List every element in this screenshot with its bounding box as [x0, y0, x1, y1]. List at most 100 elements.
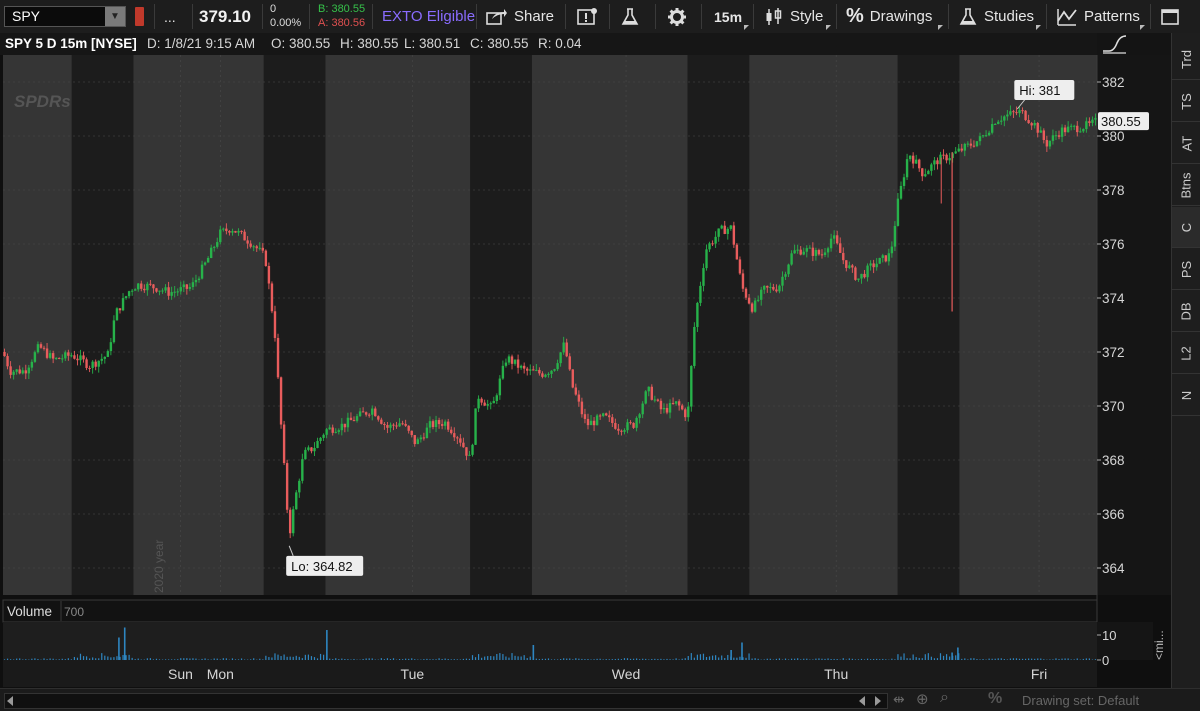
share-icon: [486, 8, 507, 25]
candle-body: [829, 238, 833, 249]
candle-body: [699, 285, 702, 303]
candle-body: [547, 373, 550, 375]
candle-body: [468, 454, 471, 456]
sidebar-tab-trd[interactable]: Trd: [1172, 39, 1200, 80]
candle-body: [58, 357, 61, 359]
candle-body: [419, 437, 423, 440]
candle-body: [957, 148, 960, 152]
candle-body: [641, 403, 644, 415]
candle-body: [1027, 120, 1030, 124]
candle-body: [191, 282, 195, 288]
drawings-button[interactable]: % Drawings: [846, 0, 932, 33]
candle-body: [535, 369, 538, 371]
sidebar-tab-n[interactable]: N: [1172, 375, 1200, 416]
candle-body: [203, 262, 207, 265]
candle-body: [1063, 127, 1067, 133]
candle-body: [778, 285, 781, 292]
candle-body: [106, 351, 110, 357]
candle-body: [1045, 140, 1049, 147]
candle-body: [161, 290, 164, 292]
sidebar-tab-ts[interactable]: TS: [1172, 81, 1200, 122]
candle-body: [477, 398, 480, 409]
horizontal-scrollbar[interactable]: [4, 693, 888, 709]
style-button[interactable]: Style: [764, 0, 823, 33]
studies-button[interactable]: Studies: [958, 0, 1034, 33]
sidebar-tab-btns[interactable]: Btns: [1172, 165, 1200, 206]
candle-body: [729, 225, 733, 229]
candle-body: [899, 185, 903, 199]
flask-button[interactable]: [620, 0, 640, 33]
price-tick-label: 380: [1102, 129, 1125, 144]
candle-body: [583, 414, 587, 419]
candle-body: [137, 283, 140, 290]
percent-toggle-icon[interactable]: %: [988, 690, 1002, 708]
candle-body: [553, 369, 556, 371]
candle-body: [684, 409, 687, 418]
candle-body: [717, 228, 720, 237]
candle-body: [820, 254, 824, 256]
candle-body: [462, 442, 465, 448]
zoom-icon[interactable]: ⌕: [940, 689, 949, 707]
candle-body: [623, 430, 626, 432]
divider: [753, 4, 754, 29]
share-button[interactable]: Share: [486, 0, 554, 33]
candle-body: [255, 246, 258, 249]
scroll-back-icon[interactable]: [859, 696, 865, 706]
candle-body: [465, 447, 468, 456]
candle-body: [1088, 121, 1091, 123]
patterns-corner-icon: [1140, 25, 1145, 30]
candle-body: [54, 357, 58, 359]
candle-body: [73, 355, 76, 359]
candle-body: [945, 154, 948, 161]
zoom-arrows-icon[interactable]: ⇹: [893, 691, 905, 708]
alert-flag-icon[interactable]: [135, 7, 144, 26]
symbol-dropdown-icon[interactable]: ▼: [105, 7, 125, 26]
candle-body: [428, 421, 432, 428]
high-marker-label: Hi: 381: [1019, 83, 1060, 98]
candle-body: [744, 288, 748, 298]
sidebar-tab-db[interactable]: DB: [1172, 291, 1200, 332]
sidebar-tab-label: AT: [1179, 135, 1194, 151]
candle-body: [103, 356, 107, 359]
notes-button[interactable]: [576, 0, 598, 33]
candle-body: [355, 416, 359, 421]
timeframe-button[interactable]: 15m: [714, 0, 742, 33]
candle-body: [720, 225, 723, 229]
drawings-corner-icon: [938, 25, 943, 30]
sidebar-tab-c[interactable]: C: [1172, 207, 1200, 248]
candle-body: [206, 257, 210, 263]
sidebar-tab-l2[interactable]: L2: [1172, 333, 1200, 374]
candle-body: [146, 283, 149, 291]
candle-body: [179, 287, 182, 292]
candle-body: [526, 368, 529, 371]
candle-body: [483, 402, 486, 406]
settings-button[interactable]: [667, 0, 687, 33]
candle-body: [954, 151, 957, 154]
candle-body: [559, 352, 562, 364]
drawing-set-label[interactable]: Drawing set: Default: [1022, 693, 1139, 708]
ask-price: A: 380.56: [318, 17, 366, 29]
more-button[interactable]: ...: [164, 0, 176, 33]
candle-body: [64, 352, 67, 359]
volume-tick-label: 10: [1102, 628, 1116, 643]
candle-body: [507, 356, 511, 363]
sidebar-tab-at[interactable]: AT: [1172, 123, 1200, 164]
candle-body: [18, 369, 21, 374]
sidebar-tab-label: DB: [1179, 301, 1194, 321]
candle-body: [51, 353, 55, 359]
percent-icon: %: [846, 5, 864, 27]
crosshair-icon[interactable]: ⊕: [916, 690, 929, 708]
sidebar-tab-ps[interactable]: PS: [1172, 249, 1200, 290]
patterns-button[interactable]: Patterns: [1056, 0, 1140, 33]
scroll-right-icon[interactable]: [875, 696, 881, 706]
scroll-left-icon[interactable]: [7, 696, 13, 706]
price-chart[interactable]: SPDRs 2020 year 364 366 368 370 372 374 376 378…: [0, 55, 1171, 688]
maximize-button[interactable]: [1160, 0, 1180, 33]
symbol-text: SPY: [12, 8, 41, 24]
candle-body: [39, 344, 43, 348]
candle-body: [234, 231, 237, 233]
candle-body: [258, 247, 261, 249]
exto-eligible-label[interactable]: EXTO Eligible: [382, 0, 475, 33]
fit-chart-icon[interactable]: [1100, 33, 1130, 55]
candle-body: [225, 228, 228, 231]
